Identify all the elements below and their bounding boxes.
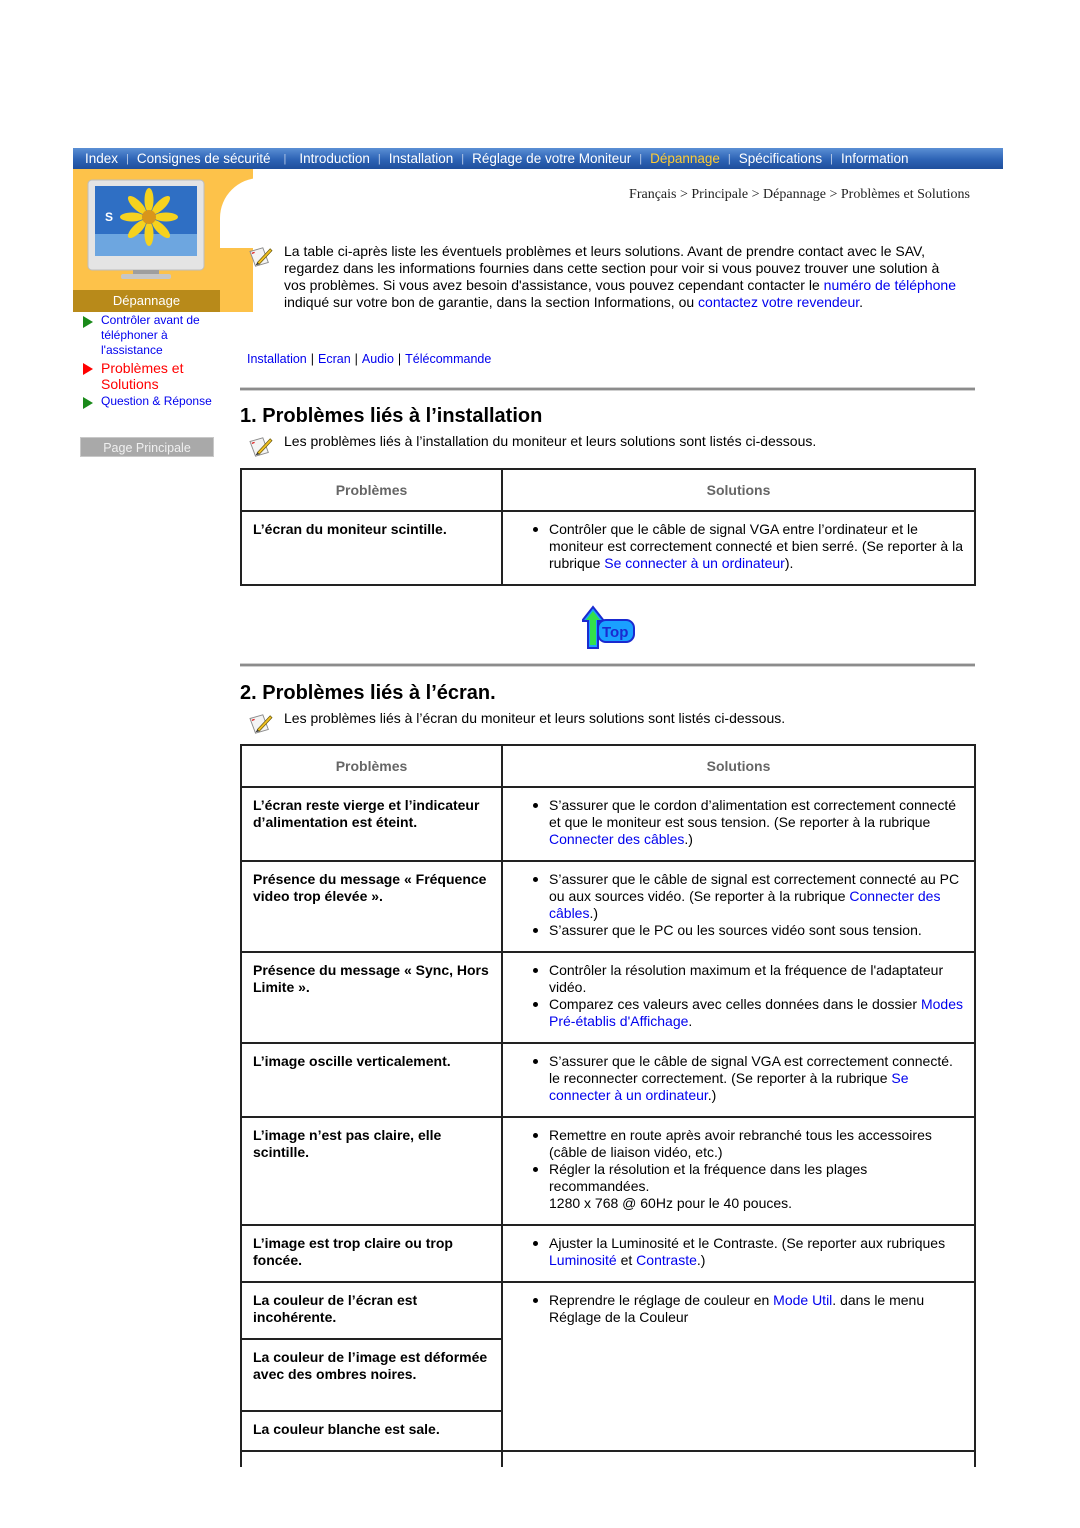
nav-specifications[interactable]: Spécifications	[734, 151, 827, 166]
pencil-note-icon	[249, 714, 273, 734]
green-arrow-icon	[83, 397, 93, 409]
table-row: La couleur de l’écran est incohérente. R…	[240, 1281, 976, 1452]
solution-cell: Contrôler que le câble de signal VGA ent…	[501, 510, 976, 586]
top-label: Top	[602, 624, 628, 641]
section-2-title: 2. Problèmes liés à l’écran.	[240, 682, 496, 704]
table-row: L’image n’est pas claire, elle scintille…	[240, 1116, 976, 1226]
quicklink-audio[interactable]: Audio	[362, 352, 394, 366]
table-row-continued	[240, 1450, 976, 1467]
column-header-solutions: Solutions	[501, 468, 976, 512]
top-navigation-bar: Index | Consignes de sécurité | Introduc…	[73, 148, 1003, 169]
table-row: L’écran reste vierge et l’indicateur d’a…	[240, 786, 976, 862]
nav-introduction[interactable]: Introduction	[294, 151, 375, 166]
green-arrow-icon	[83, 316, 93, 328]
section-1-title: 1. Problèmes liés à l’installation	[240, 405, 543, 427]
sidebar-item-label[interactable]: Problèmes et Solutions	[101, 360, 220, 392]
sidebar-item-label[interactable]: Contrôler avant de téléphoner à l'assist…	[101, 313, 220, 358]
problem-cell: La couleur de l’écran est incohérente.	[240, 1281, 503, 1340]
nav-separator: |	[461, 152, 465, 165]
solution-cell: Contrôler la résolution maximum et la fr…	[501, 951, 976, 1044]
solution-cell: S’assurer que le câble de signal VGA est…	[501, 1042, 976, 1118]
sidebar-item-question-answer[interactable]: Question & Réponse	[80, 394, 220, 409]
table-row: Présence du message « Sync, Hors Limite …	[240, 951, 976, 1044]
problem-cell: L’image oscille verticalement.	[240, 1042, 503, 1118]
sidebar-item-problems-solutions[interactable]: Problèmes et Solutions	[80, 360, 220, 392]
nav-installation[interactable]: Installation	[384, 151, 459, 166]
home-page-button[interactable]: Page Principale	[80, 437, 214, 457]
solution-cell: Ajuster la Luminosité et le Contraste. (…	[501, 1224, 976, 1283]
sidebar-item-label[interactable]: Question & Réponse	[101, 394, 212, 409]
nav-separator: |	[283, 152, 287, 165]
nav-troubleshooting[interactable]: Dépannage	[645, 151, 725, 166]
quicklink-remote[interactable]: Télécommande	[405, 352, 491, 366]
problem-cell: L’écran du moniteur scintille.	[240, 510, 503, 586]
red-arrow-icon	[83, 363, 93, 375]
solution-cell: Reprendre le réglage de couleur en Mode …	[501, 1281, 976, 1452]
table-row: L’image oscille verticalement. S’assurer…	[240, 1042, 976, 1118]
column-header-problems: Problèmes	[240, 468, 503, 512]
section-quicklinks: Installation | Ecran | Audio | Télécommande	[247, 352, 492, 366]
divider	[240, 387, 975, 391]
problem-cell: L’écran reste vierge et l’indicateur d’a…	[240, 786, 503, 862]
solution-cell: S’assurer que le câble de signal est cor…	[501, 860, 976, 953]
column-header-solutions: Solutions	[501, 744, 976, 788]
nav-separator: |	[639, 152, 643, 165]
table-row: L’image est trop claire ou trop foncée. …	[240, 1224, 976, 1283]
svg-text:S: S	[105, 210, 113, 224]
nav-separator: |	[126, 152, 129, 165]
screen-problems-table: Problèmes Solutions L’écran reste vierge…	[240, 744, 976, 1467]
brightness-link[interactable]: Luminosité	[549, 1252, 617, 1268]
solution-cell: S’assurer que le cordon d’alimentation e…	[501, 786, 976, 862]
solution-cell: Remettre en route après avoir rebranché …	[501, 1116, 976, 1226]
nav-separator: |	[830, 152, 833, 165]
monitor-illustration: S	[87, 179, 205, 279]
table-row: Présence du message « Fréquence video tr…	[240, 860, 976, 953]
problem-cell: L’image n’est pas claire, elle scintille…	[240, 1116, 503, 1226]
section-2-note: Les problèmes liés à l’écran du moniteur…	[240, 710, 975, 735]
quicklink-screen[interactable]: Ecran	[318, 352, 351, 366]
pencil-note-icon	[249, 437, 273, 457]
nav-information[interactable]: Information	[836, 151, 914, 166]
table-row: L’écran du moniteur scintille. Contrôler…	[240, 510, 976, 586]
problem-cell: Présence du message « Fréquence video tr…	[240, 860, 503, 953]
problem-cell: Présence du message « Sync, Hors Limite …	[240, 951, 503, 1044]
back-to-top-button[interactable]: Top	[582, 605, 636, 651]
nav-separator: |	[377, 152, 381, 165]
problem-cell: La couleur blanche est sale.	[240, 1410, 503, 1452]
nav-separator: |	[727, 152, 731, 165]
phone-number-link[interactable]: numéro de téléphone	[824, 277, 956, 293]
sidebar-section-label: Dépannage	[73, 290, 220, 312]
breadcrumb: Français > Principale > Dépannage > Prob…	[629, 187, 970, 202]
problem-cell: La couleur de l’image est déformée avec …	[240, 1338, 503, 1412]
intro-note: La table ci-après liste les éventuels pr…	[240, 243, 960, 311]
contrast-link[interactable]: Contraste	[636, 1252, 697, 1268]
connect-computer-link[interactable]: Se connecter à un ordinateur	[604, 555, 785, 571]
connect-cables-link[interactable]: Connecter des câbles	[549, 831, 684, 847]
nav-adjusting[interactable]: Réglage de votre Moniteur	[467, 151, 636, 166]
divider	[240, 663, 975, 667]
intro-text: La table ci-après liste les éventuels pr…	[284, 243, 956, 310]
quicklink-installation[interactable]: Installation	[247, 352, 307, 366]
nav-safety[interactable]: Consignes de sécurité	[132, 151, 276, 166]
column-header-problems: Problèmes	[240, 744, 503, 788]
pencil-note-icon	[249, 247, 273, 267]
user-mode-link[interactable]: Mode Util	[773, 1292, 832, 1308]
section-1-note: Les problèmes liés à l’installation du m…	[240, 433, 975, 458]
sidebar-menu: Contrôler avant de téléphoner à l'assist…	[80, 313, 220, 411]
installation-problems-table: Problèmes Solutions L’écran du moniteur …	[240, 468, 976, 586]
nav-index[interactable]: Index	[73, 151, 123, 166]
sidebar-item-check-before-calling[interactable]: Contrôler avant de téléphoner à l'assist…	[80, 313, 220, 358]
problem-cell: L’image est trop claire ou trop foncée.	[240, 1224, 503, 1283]
contact-dealer-link[interactable]: contactez votre revendeur	[698, 294, 859, 310]
